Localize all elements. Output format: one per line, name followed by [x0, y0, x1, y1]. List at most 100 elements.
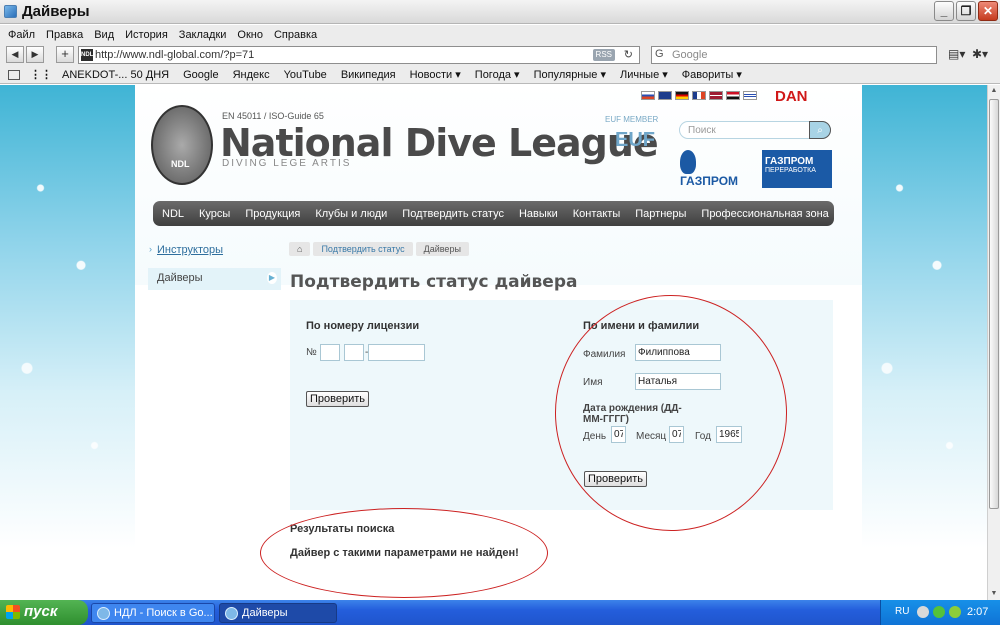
- tray-security-icon[interactable]: [933, 606, 945, 618]
- nav-courses[interactable]: Курсы: [199, 208, 230, 220]
- system-tray: RU 2:07: [880, 600, 1000, 625]
- bookmark-anekdot[interactable]: ANEKDOT-... 50 ДНЯ: [62, 69, 169, 81]
- bookmarks-bar: ⋮⋮ ANEKDOT-... 50 ДНЯ Google Яндекс YouT…: [0, 66, 1000, 84]
- minimize-button[interactable]: _: [934, 1, 954, 21]
- license-part3-input[interactable]: [368, 344, 425, 361]
- menu-window[interactable]: Окно: [237, 29, 263, 41]
- water-splash-left: [0, 85, 135, 600]
- bookmark-news-menu[interactable]: Новости ▾: [410, 68, 461, 81]
- license-form: По номеру лицензии № - Проверить: [306, 320, 425, 407]
- nav-professional[interactable]: Профессиональная зона: [701, 208, 828, 220]
- site-search-input[interactable]: Поиск ⌕: [679, 121, 831, 139]
- close-button[interactable]: ✕: [978, 1, 998, 21]
- search-engine-icon[interactable]: G: [655, 48, 664, 60]
- browser-icon: [97, 607, 110, 620]
- browser-icon: [225, 607, 238, 620]
- reload-icon[interactable]: ↻: [624, 48, 633, 61]
- tray-app-icon[interactable]: [917, 606, 929, 618]
- euf-member-logo[interactable]: EUF MEMBER EUF: [605, 115, 665, 165]
- menu-help[interactable]: Справка: [274, 29, 317, 41]
- bookmarks-book-icon[interactable]: [8, 69, 20, 80]
- window-title: Дайверы: [22, 3, 90, 20]
- menu-view[interactable]: Вид: [94, 29, 114, 41]
- browser-icon: [4, 5, 17, 18]
- nav-partners[interactable]: Партнеры: [635, 208, 686, 220]
- breadcrumb-home-icon[interactable]: ⌂: [289, 242, 311, 256]
- flag-il-icon[interactable]: [743, 91, 757, 100]
- window-titlebar: Дайверы _ ❐ ✕: [0, 0, 1000, 24]
- license-check-button[interactable]: Проверить: [306, 391, 370, 407]
- scroll-down-icon[interactable]: ▼: [988, 588, 1000, 600]
- license-part1-input[interactable]: [320, 344, 340, 361]
- nav-products[interactable]: Продукция: [245, 208, 300, 220]
- language-indicator[interactable]: RU: [895, 606, 909, 617]
- menu-history[interactable]: История: [125, 29, 168, 41]
- taskbar: пуск НДЛ - Поиск в Go... Дайверы RU 2:07: [0, 600, 1000, 625]
- gazprom-logo[interactable]: ГАЗПРОМ: [680, 150, 752, 188]
- scroll-up-icon[interactable]: ▲: [988, 85, 1000, 97]
- nav-ndl[interactable]: NDL: [162, 208, 184, 220]
- iso-certification: EN 45011 / ISO-Guide 65: [222, 111, 324, 121]
- bookmark-favorites-menu[interactable]: Фавориты ▾: [682, 68, 742, 81]
- flag-fr-icon[interactable]: [692, 91, 706, 100]
- rss-badge[interactable]: RSS: [592, 49, 615, 61]
- maximize-button[interactable]: ❐: [956, 1, 976, 21]
- bookmark-weather-menu[interactable]: Погода ▾: [475, 68, 520, 81]
- flag-ru-icon[interactable]: [641, 91, 655, 100]
- flag-uk-icon[interactable]: [658, 91, 672, 100]
- flag-eg-icon[interactable]: [726, 91, 740, 100]
- nav-clubs[interactable]: Клубы и люди: [315, 208, 387, 220]
- settings-gear-icon[interactable]: ✱▾: [972, 47, 988, 61]
- site-favicon-icon: NDL: [81, 49, 93, 61]
- bookmark-wikipedia[interactable]: Википедия: [341, 69, 396, 81]
- taskbar-item-divers[interactable]: Дайверы: [219, 603, 337, 623]
- page-viewport: NDL EN 45011 / ISO-Guide 65 National Div…: [0, 85, 987, 600]
- browser-search-input[interactable]: G Google: [651, 46, 937, 64]
- sidebar-item-instructors[interactable]: › Инструкторы: [148, 240, 281, 262]
- bookmark-yandex[interactable]: Яндекс: [233, 69, 270, 81]
- tray-network-icon[interactable]: [949, 606, 961, 618]
- gazprom-pererabotka-logo[interactable]: ГАЗПРОМ ПЕРЕРАБОТКА: [762, 150, 832, 188]
- license-part2-input[interactable]: [344, 344, 364, 361]
- dan-logo[interactable]: DAN: [775, 88, 808, 105]
- bookmark-popular-menu[interactable]: Популярные ▾: [534, 68, 606, 81]
- breadcrumb-divers: Дайверы: [415, 242, 469, 256]
- page-title: Подтвердить статус дайвера: [290, 272, 578, 292]
- nav-skills[interactable]: Навыки: [519, 208, 558, 220]
- start-button[interactable]: пуск: [0, 600, 88, 625]
- add-bookmark-button[interactable]: +: [56, 46, 74, 63]
- back-button[interactable]: ◀: [6, 46, 24, 63]
- nav-confirm-status[interactable]: Подтвердить статус: [402, 208, 504, 220]
- scroll-thumb[interactable]: [989, 99, 999, 509]
- page-menu-icon[interactable]: ▤▾: [948, 47, 965, 61]
- forward-button[interactable]: ▶: [26, 46, 44, 63]
- gazprom-flame-icon: [680, 150, 696, 174]
- menu-file[interactable]: Файл: [8, 29, 35, 41]
- site-search-icon[interactable]: ⌕: [809, 121, 831, 139]
- menu-bar: Файл Правка Вид История Закладки Окно Сп…: [0, 25, 1000, 44]
- breadcrumb-confirm-status[interactable]: Подтвердить статус: [313, 242, 413, 256]
- top-sites-grid-icon[interactable]: ⋮⋮: [30, 68, 52, 81]
- search-placeholder: Google: [672, 49, 708, 61]
- bullet-icon: ›: [149, 244, 152, 254]
- bookmark-youtube[interactable]: YouTube: [284, 69, 327, 81]
- ndl-diver-logo[interactable]: NDL: [151, 105, 213, 185]
- taskbar-item-search[interactable]: НДЛ - Поиск в Go...: [91, 603, 215, 623]
- url-field[interactable]: NDL http://www.ndl-global.com/?p=71 RSS …: [78, 46, 640, 64]
- license-number-label: №: [306, 347, 317, 358]
- vertical-scrollbar[interactable]: ▲ ▼: [987, 85, 1000, 600]
- sidebar-item-divers[interactable]: Дайверы ▶: [148, 268, 281, 290]
- menu-edit[interactable]: Правка: [46, 29, 83, 41]
- url-text: http://www.ndl-global.com/?p=71: [95, 49, 255, 61]
- address-toolbar: ◀ ▶ + NDL http://www.ndl-global.com/?p=7…: [0, 44, 1000, 66]
- menu-bookmarks[interactable]: Закладки: [179, 29, 227, 41]
- bookmark-google[interactable]: Google: [183, 69, 218, 81]
- bookmark-personal-menu[interactable]: Личные ▾: [620, 68, 668, 81]
- nav-contacts[interactable]: Контакты: [573, 208, 621, 220]
- flag-de-icon[interactable]: [675, 91, 689, 100]
- site-tagline: DIVING LEGE ARTIS: [222, 158, 352, 169]
- flag-lv-icon[interactable]: [709, 91, 723, 100]
- red-annotation-circle-results: [260, 508, 548, 598]
- clock: 2:07: [967, 606, 989, 618]
- chevron-right-icon: ▶: [267, 272, 277, 284]
